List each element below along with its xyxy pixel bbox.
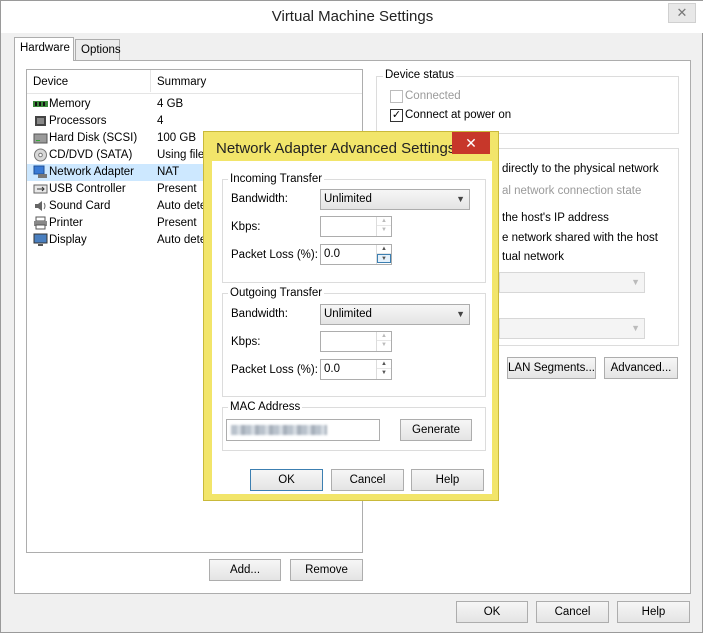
dialog-ok-button[interactable]: OK [250, 469, 323, 491]
chevron-down-icon: ▼ [631, 277, 640, 287]
outgoing-kbps-spinner[interactable]: ▲ ▼ [320, 331, 392, 352]
connect-at-power-on-checkbox[interactable]: ✓ [390, 109, 403, 122]
dialog-body: Incoming Transfer Bandwidth: Unlimited ▼… [212, 161, 492, 494]
outgoing-packet-loss-spinner[interactable]: 0.0 ▲ ▼ [320, 359, 392, 380]
lan-segment-select[interactable]: ▼ [499, 318, 645, 339]
spin-down-icon[interactable]: ▼ [377, 254, 391, 263]
processor-icon [35, 116, 46, 126]
device-list-header: Device Summary [27, 70, 362, 94]
device-name: Processors [49, 115, 107, 127]
remove-device-button[interactable]: Remove [290, 559, 363, 581]
dialog-close-button[interactable]: ✕ [452, 132, 490, 154]
incoming-packet-loss-spinner[interactable]: 0.0 ▲ ▼ [320, 244, 392, 265]
generate-mac-button[interactable]: Generate [400, 419, 472, 441]
replicate-state-label[interactable]: al network connection state [502, 185, 641, 197]
outgoing-bandwidth-label: Bandwidth: [231, 308, 288, 320]
chevron-down-icon: ▼ [456, 194, 465, 204]
mac-address-redacted [231, 425, 327, 435]
chevron-down-icon: ▼ [456, 309, 465, 319]
incoming-kbps-spinner[interactable]: ▲ ▼ [320, 216, 392, 237]
spin-up-icon[interactable]: ▲ [377, 217, 391, 226]
device-name: Printer [49, 217, 83, 229]
hostonly-option-label[interactable]: e network shared with the host [502, 232, 658, 244]
connected-label: Connected [405, 90, 461, 102]
mac-address-field[interactable] [226, 419, 380, 441]
network-adapter-icon [33, 165, 47, 178]
network-adapter-advanced-dialog: Network Adapter Advanced Settings ✕ Inco… [203, 131, 499, 501]
spin-up-icon[interactable]: ▲ [377, 360, 391, 369]
incoming-kbps-label: Kbps: [231, 221, 261, 233]
device-row-memory[interactable]: Memory 4 GB [27, 96, 362, 113]
incoming-bandwidth-value: Unlimited [324, 193, 372, 205]
printer-icon [34, 216, 47, 230]
chevron-down-icon: ▼ [631, 323, 640, 333]
tab-hardware[interactable]: Hardware [14, 37, 74, 61]
connect-at-power-on-label: Connect at power on [405, 109, 512, 121]
cd-dvd-icon [34, 148, 47, 162]
add-device-button[interactable]: Add... [209, 559, 281, 581]
outgoing-packet-loss-label: Packet Loss (%): [231, 364, 318, 376]
help-button[interactable]: Help [617, 601, 690, 623]
mac-address-label: MAC Address [228, 401, 303, 413]
summary-column-header[interactable]: Summary [157, 76, 206, 88]
incoming-bandwidth-label: Bandwidth: [231, 193, 288, 205]
device-name: Display [49, 234, 87, 246]
device-name: USB Controller [49, 183, 126, 195]
ok-button[interactable]: OK [456, 601, 528, 623]
spin-up-icon[interactable]: ▲ [377, 332, 391, 341]
device-name: Memory [49, 98, 91, 110]
outgoing-packet-loss-value: 0.0 [324, 363, 340, 375]
incoming-packet-loss-value: 0.0 [324, 248, 340, 260]
outgoing-transfer-label: Outgoing Transfer [228, 287, 325, 299]
device-row-processors[interactable]: Processors 4 [27, 113, 362, 130]
window-close-button[interactable]: ✕ [668, 3, 696, 23]
cancel-button[interactable]: Cancel [536, 601, 609, 623]
close-icon: ✕ [465, 135, 477, 151]
incoming-bandwidth-select[interactable]: Unlimited ▼ [320, 189, 470, 210]
device-status-label: Device status [383, 69, 457, 81]
dialog-cancel-button[interactable]: Cancel [331, 469, 404, 491]
connected-checkbox[interactable] [390, 90, 403, 103]
custom-option-label[interactable]: tual network [502, 251, 564, 263]
outgoing-kbps-label: Kbps: [231, 336, 261, 348]
spin-down-icon[interactable]: ▼ [377, 226, 391, 235]
device-summary: 4 GB [157, 98, 184, 110]
nat-option-label[interactable]: the host's IP address [502, 212, 609, 224]
outgoing-bandwidth-select[interactable]: Unlimited ▼ [320, 304, 470, 325]
device-name: Network Adapter [49, 166, 135, 178]
display-icon [33, 233, 48, 246]
outgoing-bandwidth-value: Unlimited [324, 308, 372, 320]
close-icon: ✕ [676, 5, 688, 20]
hard-disk-icon [33, 133, 48, 144]
custom-network-select[interactable]: ▼ [499, 272, 645, 293]
device-name: Sound Card [49, 200, 111, 212]
tab-options[interactable]: Options [75, 39, 121, 60]
device-name: Hard Disk (SCSI) [49, 132, 138, 144]
memory-icon [33, 101, 48, 107]
spin-down-icon[interactable]: ▼ [377, 369, 391, 378]
bridged-option-label[interactable]: directly to the physical network [502, 163, 659, 175]
advanced-button[interactable]: Advanced... [604, 357, 678, 379]
device-status-group [376, 76, 679, 134]
lan-segments-button[interactable]: LAN Segments... [507, 357, 596, 379]
window-title: Virtual Machine Settings [1, 1, 703, 33]
dialog-title: Network Adapter Advanced Settings [216, 140, 456, 157]
device-name: CD/DVD (SATA) [49, 149, 133, 161]
spin-down-icon[interactable]: ▼ [377, 341, 391, 350]
sound-card-icon [35, 201, 46, 211]
dialog-help-button[interactable]: Help [411, 469, 484, 491]
device-column-header[interactable]: Device [33, 76, 68, 88]
incoming-packet-loss-label: Packet Loss (%): [231, 249, 318, 261]
device-summary: 4 [157, 115, 164, 127]
incoming-transfer-label: Incoming Transfer [228, 173, 325, 185]
usb-icon [33, 184, 48, 194]
spin-up-icon[interactable]: ▲ [377, 245, 391, 254]
